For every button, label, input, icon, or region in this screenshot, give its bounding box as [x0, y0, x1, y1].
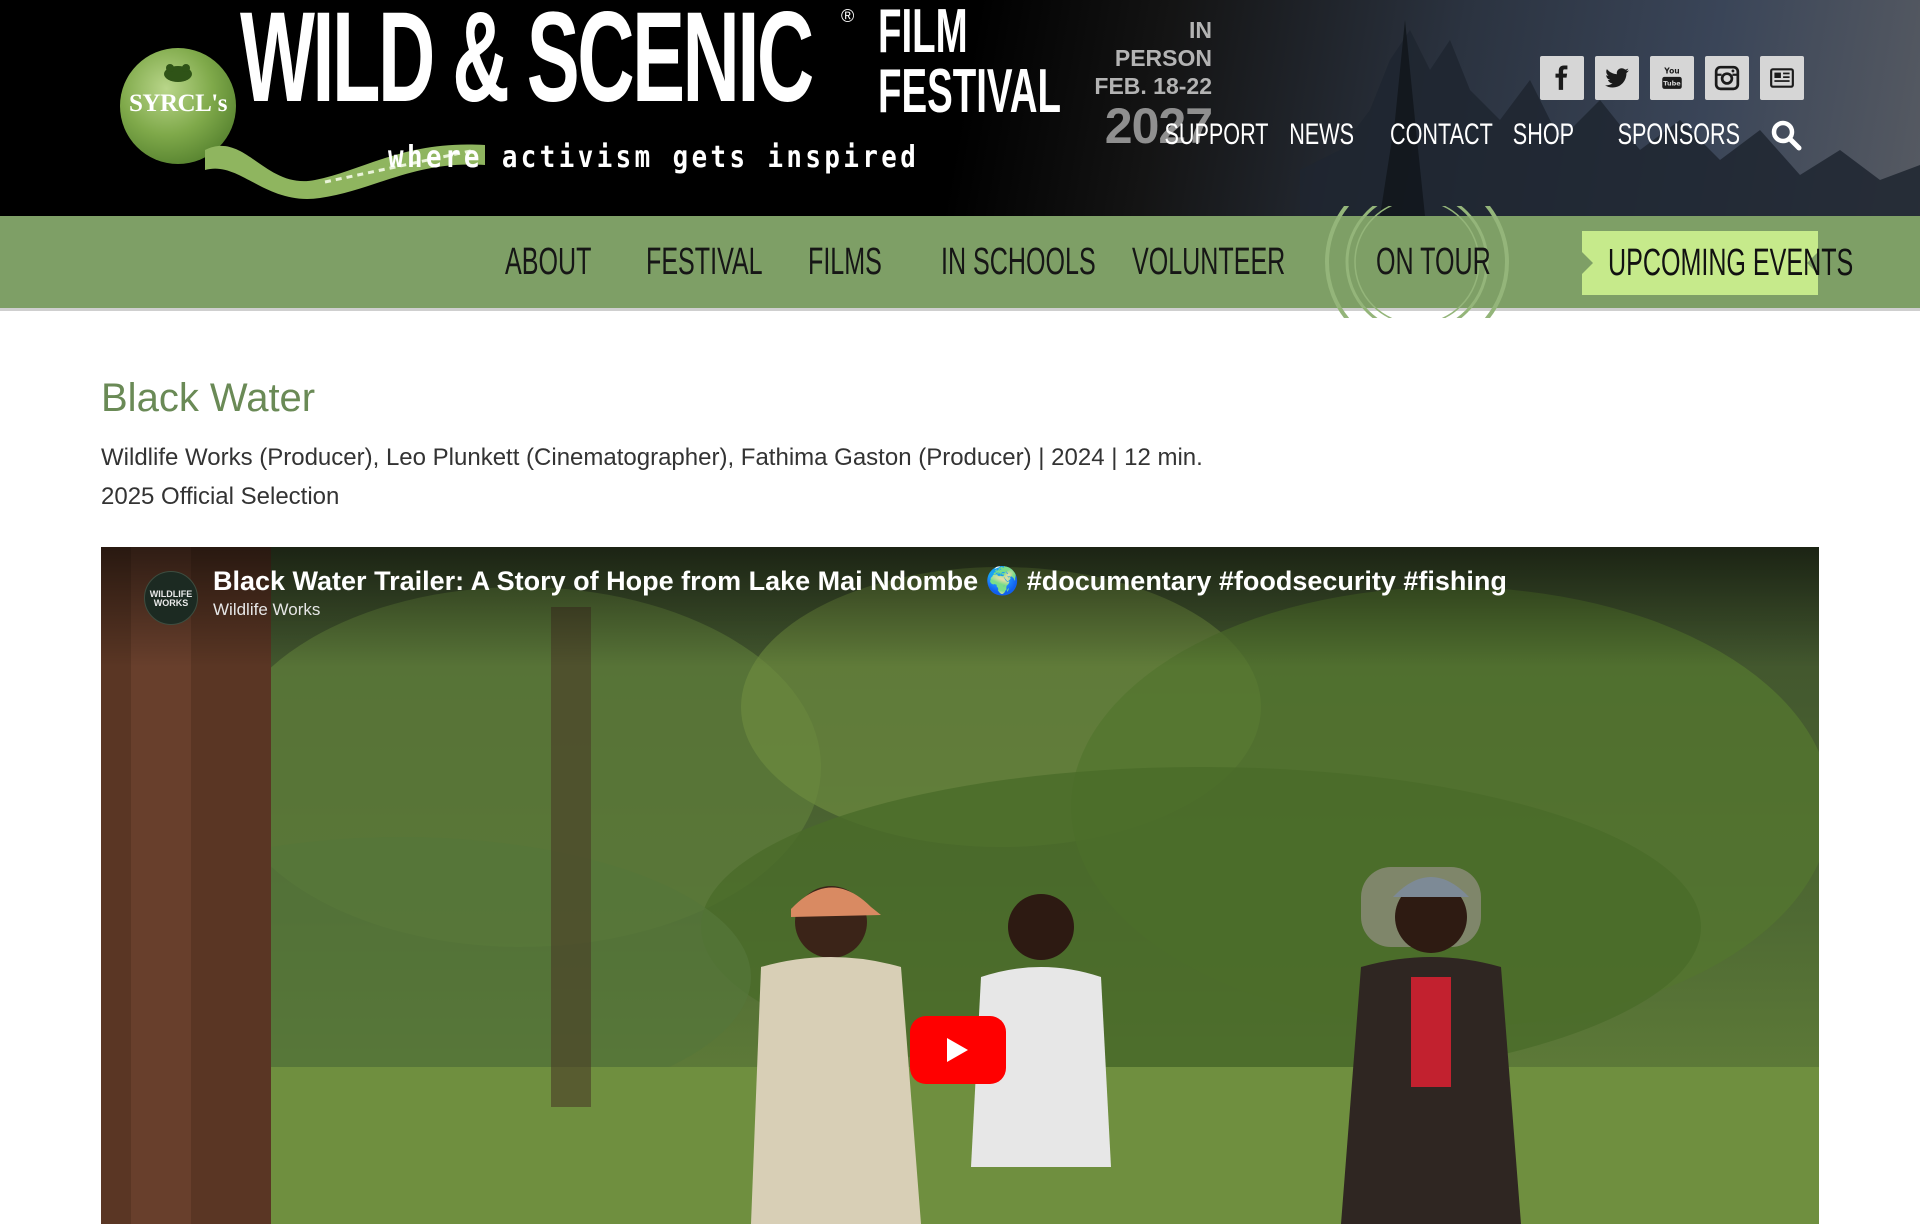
film-selection: 2025 Official Selection	[101, 483, 340, 510]
header-background-trees	[1300, 20, 1920, 216]
facebook-icon	[1555, 65, 1568, 90]
twitter-link[interactable]	[1595, 56, 1639, 100]
video-title[interactable]: Black Water Trailer: A Story of Hope fro…	[213, 565, 1507, 597]
video-channel-name[interactable]: Wildlife Works	[213, 600, 320, 620]
upcoming-events-button[interactable]: UPCOMING EVENTS	[1581, 231, 1853, 295]
event-format: IN PERSON	[1114, 17, 1212, 71]
youtube-link[interactable]: You Tube	[1650, 56, 1694, 100]
channel-avatar[interactable]: WILDLIFE WORKS	[144, 571, 198, 625]
logo-tagline: where activism gets inspired	[388, 140, 920, 175]
event-dates-text: FEB. 18-22	[1094, 73, 1212, 99]
search-icon[interactable]	[1770, 119, 1802, 151]
logo-film-festival: FILM FESTIVAL	[878, 0, 1061, 126]
logo-film-line1: FILM	[878, 0, 968, 66]
registered-mark: ®	[841, 6, 855, 26]
utility-nav-sponsors[interactable]: SPONSORS	[1618, 118, 1740, 152]
svg-text:Tube: Tube	[1663, 80, 1681, 88]
facebook-link[interactable]	[1540, 56, 1584, 100]
youtube-icon: You Tube	[1662, 67, 1682, 89]
nav-item-films[interactable]: FILMS	[808, 216, 882, 308]
utility-nav-contact[interactable]: CONTACT	[1390, 118, 1493, 152]
nav-item-on-tour[interactable]: ON TOUR	[1376, 216, 1491, 308]
nav-item-festival[interactable]: FESTIVAL	[646, 216, 763, 308]
film-title: Black Water	[101, 376, 316, 420]
film-credits: Wildlife Works (Producer), Leo Plunkett …	[101, 444, 1203, 471]
channel-avatar-text: WILDLIFE WORKS	[149, 589, 193, 608]
nav-item-volunteer[interactable]: VOLUNTEER	[1132, 216, 1285, 308]
play-icon	[947, 1038, 968, 1062]
nav-item-about[interactable]: ABOUT	[505, 216, 591, 308]
upcoming-events-label: UPCOMING EVENTS	[1608, 242, 1854, 284]
site-header: SYRCL's WILD & SCENIC ® FILM FESTIVAL wh…	[0, 0, 1920, 216]
logo-film-line2: FESTIVAL	[878, 57, 1061, 126]
festival-logo[interactable]: SYRCL's WILD & SCENIC ® FILM FESTIVAL wh…	[100, 0, 1100, 216]
utility-nav-support[interactable]: SUPPORT	[1164, 118, 1268, 152]
utility-nav-news[interactable]: NEWS	[1289, 118, 1354, 152]
twitter-icon	[1605, 68, 1629, 88]
newsletter-icon	[1770, 68, 1794, 88]
logo-title: WILD & SCENIC	[240, 0, 814, 129]
utility-nav: SUPPORT NEWS CONTACT SHOP SPONSORS	[1150, 118, 1802, 152]
video-player[interactable]: WILDLIFE WORKS Black Water Trailer: A St…	[101, 547, 1819, 1224]
frog-icon	[164, 64, 192, 82]
instagram-icon	[1714, 65, 1740, 91]
cta-notch-left	[1581, 251, 1593, 275]
utility-nav-shop[interactable]: SHOP	[1513, 118, 1574, 152]
main-nav: ABOUT FESTIVAL FILMS IN SCHOOLS VOLUNTEE…	[0, 206, 1920, 318]
social-links: You Tube	[1540, 56, 1804, 100]
instagram-link[interactable]	[1705, 56, 1749, 100]
newsletter-link[interactable]	[1760, 56, 1804, 100]
syrcl-label: SYRCL's	[129, 90, 227, 117]
nav-item-in-schools[interactable]: IN SCHOOLS	[941, 216, 1096, 308]
svg-text:You: You	[1663, 67, 1679, 76]
play-button[interactable]	[910, 1016, 1006, 1084]
